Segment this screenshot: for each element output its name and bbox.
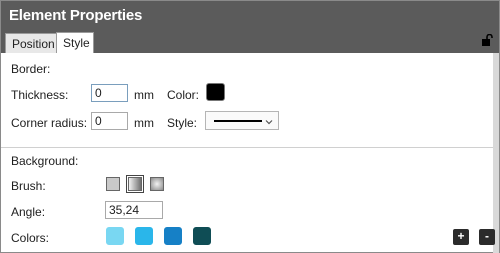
corner-radius-input[interactable] bbox=[91, 112, 128, 130]
angle-input[interactable] bbox=[105, 201, 163, 219]
style-tab-content: Border: Thickness: mm Color: Corner radi… bbox=[1, 53, 499, 253]
border-color-swatch[interactable] bbox=[206, 83, 225, 101]
corner-radius-unit: mm bbox=[134, 116, 154, 130]
gradient-color-1[interactable] bbox=[106, 227, 124, 245]
chevron-down-icon bbox=[264, 116, 274, 126]
brush-label: Brush: bbox=[11, 179, 46, 193]
border-color-label: Color: bbox=[167, 88, 200, 102]
thickness-label: Thickness: bbox=[11, 88, 69, 102]
brush-linear-gradient-button[interactable] bbox=[126, 175, 144, 193]
solid-line-preview bbox=[214, 120, 262, 122]
brush-radial-gradient-button[interactable] bbox=[150, 177, 164, 191]
corner-radius-label: Corner radius: bbox=[11, 116, 88, 130]
panel-title: Element Properties bbox=[9, 7, 143, 24]
gradient-color-2[interactable] bbox=[135, 227, 153, 245]
panel-header: Element Properties Position Style bbox=[1, 1, 499, 53]
thickness-input[interactable] bbox=[91, 84, 128, 102]
gradient-color-4[interactable] bbox=[193, 227, 211, 245]
border-section-label: Border: bbox=[11, 62, 51, 76]
angle-label: Angle: bbox=[11, 205, 46, 219]
colors-label: Colors: bbox=[11, 231, 50, 245]
element-properties-panel: Element Properties Position Style Border… bbox=[0, 0, 500, 253]
section-divider bbox=[1, 147, 493, 148]
brush-solid-button[interactable] bbox=[106, 177, 120, 191]
background-section-label: Background: bbox=[11, 154, 79, 168]
tab-position[interactable]: Position bbox=[5, 33, 62, 53]
tab-style[interactable]: Style bbox=[56, 32, 94, 53]
border-style-label: Style: bbox=[167, 116, 198, 130]
remove-color-button[interactable]: - bbox=[479, 229, 495, 245]
gradient-color-3[interactable] bbox=[164, 227, 182, 245]
unlock-icon[interactable] bbox=[481, 33, 493, 46]
border-style-dropdown[interactable] bbox=[205, 111, 279, 130]
thickness-unit: mm bbox=[134, 88, 154, 102]
add-color-button[interactable]: + bbox=[453, 229, 469, 245]
